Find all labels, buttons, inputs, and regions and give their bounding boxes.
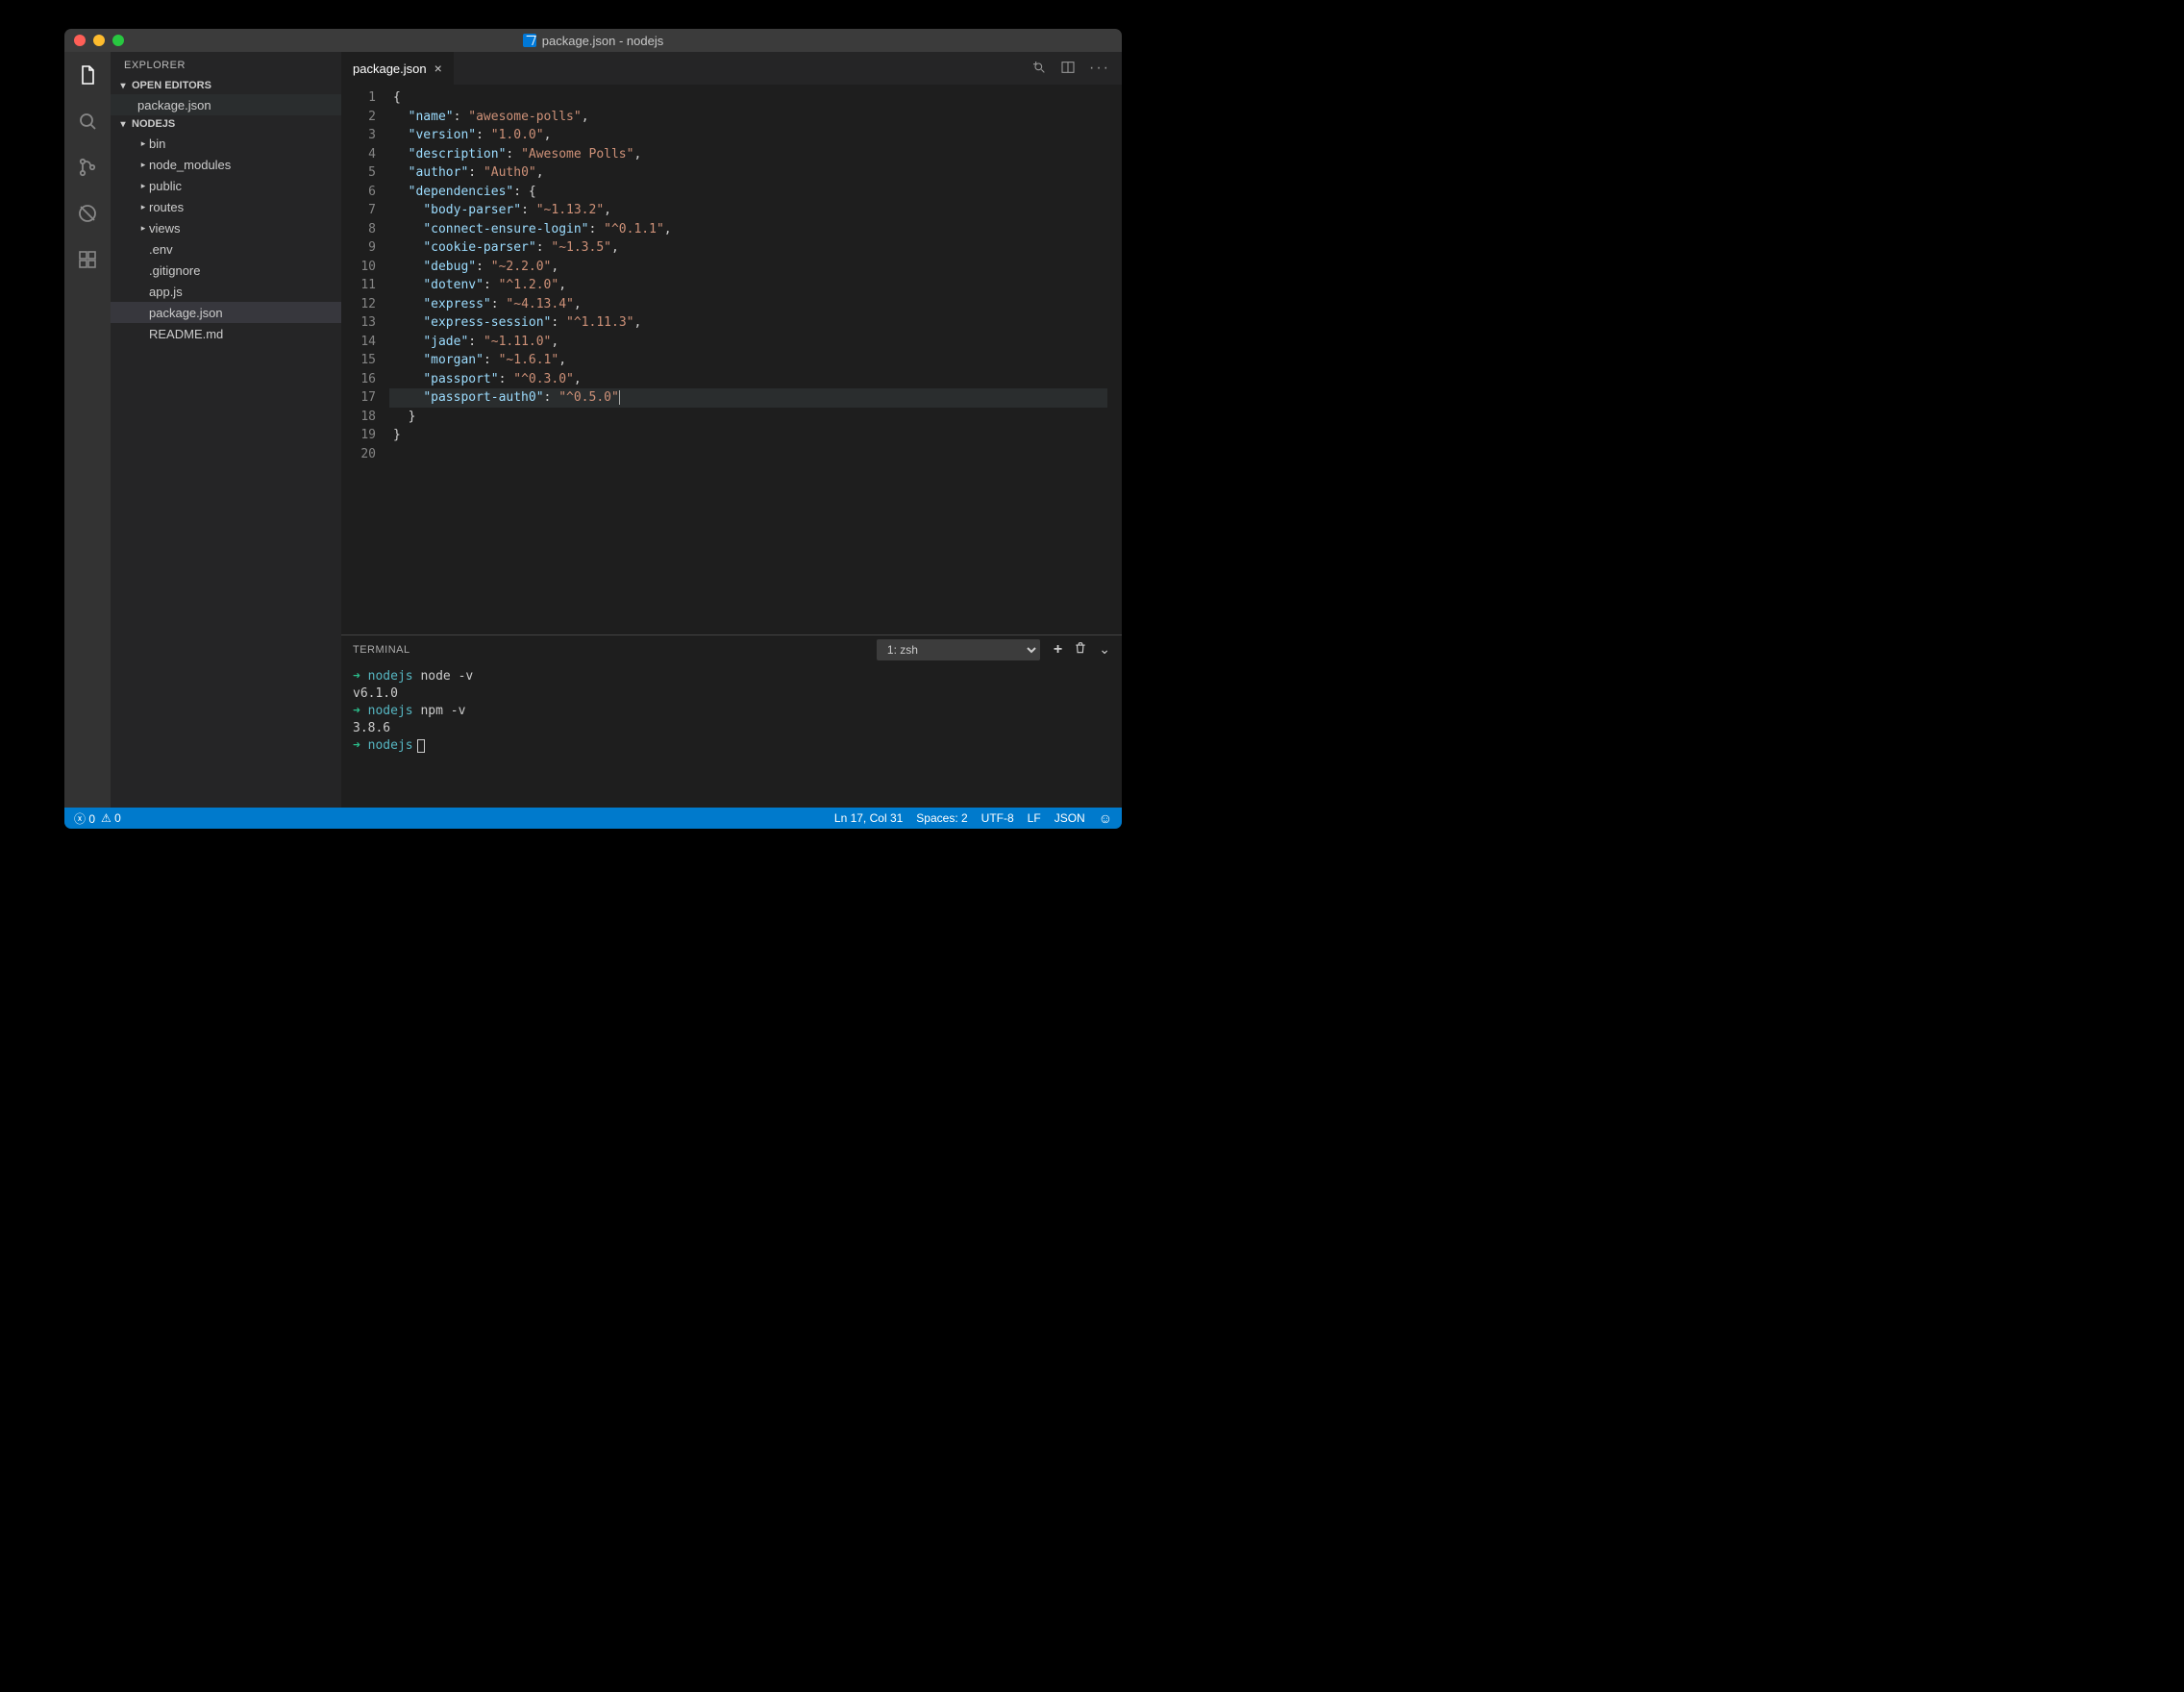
status-language[interactable]: JSON — [1055, 811, 1085, 825]
tab-label: package.json — [353, 62, 427, 76]
chevron-right-icon: ▸ — [137, 181, 149, 191]
file-item[interactable]: .gitignore — [111, 260, 341, 281]
editor-area: package.json × ··· 123456789101112131415… — [341, 52, 1122, 808]
chevron-right-icon: ▸ — [137, 138, 149, 149]
tabbar: package.json × ··· — [341, 52, 1122, 85]
code-line[interactable]: "description": "Awesome Polls", — [389, 145, 1107, 164]
gutter: 1234567891011121314151617181920 — [341, 85, 389, 634]
editor-actions: ··· — [1031, 52, 1122, 85]
folder-item[interactable]: ▸node_modules — [111, 154, 341, 175]
terminal-line: ➜ nodejs npm -v — [353, 703, 1110, 720]
status-errors[interactable]: ⓧ 0 — [74, 810, 95, 827]
window-title-text: package.json - nodejs — [542, 34, 663, 48]
code-line[interactable]: "connect-ensure-login": "^0.1.1", — [389, 220, 1107, 239]
status-encoding[interactable]: UTF-8 — [981, 811, 1014, 825]
terminal-cursor — [417, 739, 425, 753]
feedback-icon[interactable]: ☺ — [1099, 810, 1112, 826]
panel-chevron-icon[interactable]: ⌄ — [1099, 641, 1110, 659]
folder-item[interactable]: ▸bin — [111, 133, 341, 154]
statusbar: ⓧ 0 ⚠ 0 Ln 17, Col 31 Spaces: 2 UTF-8 LF… — [64, 808, 1122, 829]
code-line[interactable]: "body-parser": "~1.13.2", — [389, 201, 1107, 220]
chevron-right-icon: ▸ — [137, 223, 149, 234]
code-line[interactable]: "author": "Auth0", — [389, 163, 1107, 183]
code-line[interactable]: "dotenv": "^1.2.0", — [389, 276, 1107, 295]
code-line[interactable]: "dependencies": { — [389, 183, 1107, 202]
terminal[interactable]: ➜ nodejs node -vv6.1.0➜ nodejs npm -v3.8… — [341, 664, 1122, 808]
status-eol[interactable]: LF — [1028, 811, 1041, 825]
extensions-icon[interactable] — [74, 246, 101, 273]
code-line[interactable]: "express": "~4.13.4", — [389, 295, 1107, 314]
split-editor-icon[interactable] — [1060, 60, 1076, 78]
open-editor-item[interactable]: package.json — [111, 94, 341, 115]
sidebar: EXPLORER ▾ OPEN EDITORS package.json ▾ N… — [111, 52, 341, 808]
code-editor[interactable]: 1234567891011121314151617181920 { "name"… — [341, 85, 1122, 634]
activitybar — [64, 52, 111, 808]
vscode-icon — [523, 34, 536, 47]
code-line[interactable]: "express-session": "^1.11.3", — [389, 313, 1107, 333]
vscode-window: package.json - nodejs EXPLORER — [64, 29, 1122, 829]
section-project[interactable]: ▾ NODEJS — [111, 115, 341, 133]
minimap[interactable] — [1107, 85, 1122, 634]
error-icon: ⓧ — [74, 812, 86, 826]
code-line[interactable]: "cookie-parser": "~1.3.5", — [389, 238, 1107, 258]
chevron-down-icon: ▾ — [118, 119, 128, 130]
sidebar-title: EXPLORER — [111, 52, 341, 77]
panel-title[interactable]: TERMINAL — [353, 644, 410, 656]
debug-icon[interactable] — [74, 200, 101, 227]
code-line[interactable]: } — [389, 426, 1107, 445]
section-label: NODEJS — [132, 118, 175, 130]
status-spaces[interactable]: Spaces: 2 — [916, 811, 967, 825]
kill-terminal-icon[interactable] — [1074, 641, 1087, 659]
chevron-right-icon: ▸ — [137, 202, 149, 212]
file-item[interactable]: app.js — [111, 281, 341, 302]
code-line[interactable]: "morgan": "~1.6.1", — [389, 351, 1107, 370]
status-warnings[interactable]: ⚠ 0 — [101, 811, 121, 825]
panel: TERMINAL 1: zsh + ⌄ ➜ nodejs node -vv6.1… — [341, 634, 1122, 808]
status-position[interactable]: Ln 17, Col 31 — [834, 811, 903, 825]
terminal-line: 3.8.6 — [353, 720, 1110, 737]
more-icon[interactable]: ··· — [1089, 60, 1110, 77]
section-open-editors[interactable]: ▾ OPEN EDITORS — [111, 77, 341, 94]
new-terminal-icon[interactable]: + — [1054, 641, 1062, 659]
explorer-icon[interactable] — [74, 62, 101, 88]
terminal-selector[interactable]: 1: zsh — [877, 639, 1040, 660]
terminal-line: ➜ nodejs — [353, 737, 1110, 755]
code-line[interactable]: "name": "awesome-polls", — [389, 108, 1107, 127]
window-title: package.json - nodejs — [64, 34, 1122, 48]
search-icon[interactable] — [74, 108, 101, 135]
chevron-right-icon: ▸ — [137, 160, 149, 170]
code-line[interactable]: "debug": "~2.2.0", — [389, 258, 1107, 277]
folder-item[interactable]: ▸routes — [111, 196, 341, 217]
code-line[interactable]: "passport": "^0.3.0", — [389, 370, 1107, 389]
terminal-line: v6.1.0 — [353, 685, 1110, 703]
code-line[interactable]: "passport-auth0": "^0.5.0" — [389, 388, 1107, 408]
folder-item[interactable]: ▸views — [111, 217, 341, 238]
folder-item[interactable]: ▸public — [111, 175, 341, 196]
close-icon[interactable]: × — [434, 61, 442, 76]
git-icon[interactable] — [74, 154, 101, 181]
code-line[interactable]: { — [389, 88, 1107, 108]
terminal-line: ➜ nodejs node -v — [353, 668, 1110, 685]
code-line[interactable]: "version": "1.0.0", — [389, 126, 1107, 145]
file-item[interactable]: package.json — [111, 302, 341, 323]
chevron-down-icon: ▾ — [118, 81, 128, 91]
compare-changes-icon[interactable] — [1031, 60, 1047, 78]
code-content[interactable]: { "name": "awesome-polls", "version": "1… — [389, 85, 1107, 634]
file-item[interactable]: README.md — [111, 323, 341, 344]
tab-package-json[interactable]: package.json × — [341, 52, 455, 85]
code-line[interactable]: } — [389, 408, 1107, 427]
titlebar: package.json - nodejs — [64, 29, 1122, 52]
section-label: OPEN EDITORS — [132, 80, 211, 91]
file-item[interactable]: .env — [111, 238, 341, 260]
code-line[interactable]: "jade": "~1.11.0", — [389, 333, 1107, 352]
warning-icon: ⚠ — [101, 811, 112, 825]
